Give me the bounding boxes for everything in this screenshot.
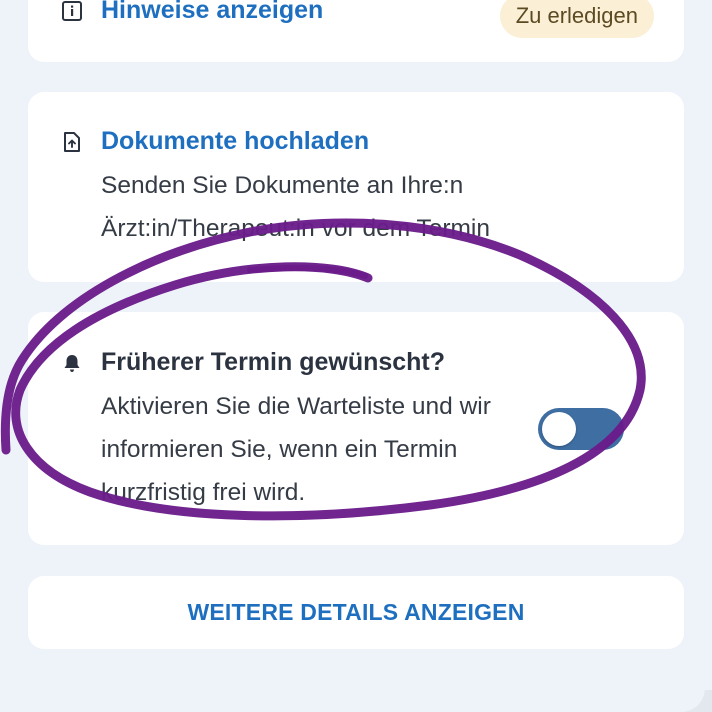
waitlist-toggle[interactable]: [538, 408, 624, 450]
waitlist-title: Früherer Termin gewünscht?: [101, 348, 446, 376]
status-badge: Zu erledigen: [499, 0, 654, 38]
waitlist-line-3: kurzfristig frei wird.: [101, 479, 306, 506]
details-card[interactable]: WEITERE DETAILS ANZEIGEN: [28, 576, 684, 649]
hints-title[interactable]: Hinweise anzeigen: [101, 0, 323, 25]
documents-card[interactable]: Dokumente hochladen Senden Sie Dokumente…: [28, 92, 684, 282]
documents-line-1: Senden Sie Dokumente an Ihre:n: [101, 172, 464, 199]
documents-title[interactable]: Dokumente hochladen: [101, 127, 369, 156]
bell-icon: [64, 355, 80, 372]
file-upload-icon: [64, 132, 80, 152]
waitlist-card: Früherer Termin gewünscht? Aktivieren Si…: [28, 312, 684, 545]
show-details-button[interactable]: WEITERE DETAILS ANZEIGEN: [28, 576, 684, 649]
documents-line-2: Ärzt:in/Therapeut:in vor dem Termin: [101, 215, 490, 242]
waitlist-line-1: Aktivieren Sie die Warteliste und wir: [101, 393, 491, 420]
hints-card[interactable]: Hinweise anzeigen Zu erledigen: [28, 0, 684, 62]
waitlist-line-2: informieren Sie, wenn ein Termin: [101, 436, 458, 463]
page-bottom-edge: [0, 676, 705, 712]
toggle-knob: [542, 412, 576, 446]
info-icon: [62, 1, 82, 21]
